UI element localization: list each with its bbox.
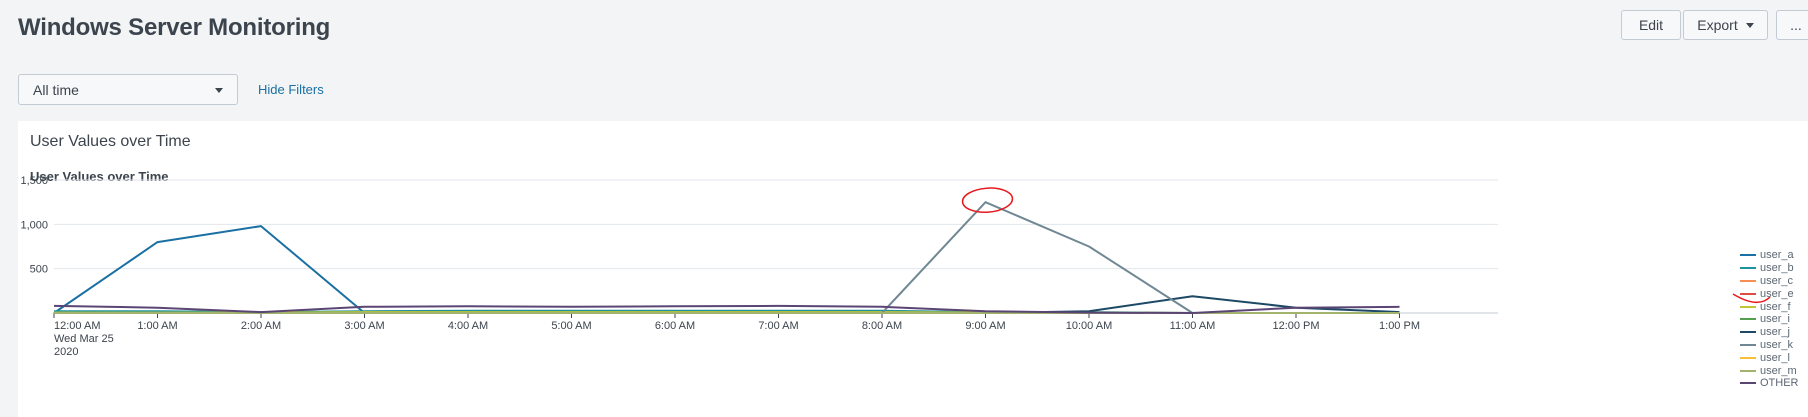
legend-label: user_l [1760,351,1790,364]
legend-item[interactable]: user_f [1740,300,1799,313]
legend-swatch [1740,279,1756,282]
legend-swatch [1740,369,1756,372]
legend-item[interactable]: OTHER [1740,377,1799,390]
legend-label: user_e [1760,287,1794,300]
legend-label: user_k [1760,338,1794,351]
edit-button-label: Edit [1638,17,1664,33]
legend-swatch [1740,254,1756,257]
y-tick-label: 500 [30,264,48,276]
legend-item[interactable]: user_i [1740,313,1799,326]
x-tick-label: 6:00 AM [655,320,695,332]
chart-legend: user_a user_b user_c user_e user_f user_i user… [1740,249,1799,390]
legend-item[interactable]: user_a [1740,249,1799,262]
time-range-value: All time [33,81,79,98]
legend-label: user_c [1760,274,1794,287]
chevron-down-icon [215,88,223,93]
x-tick-label: 1:00 AM [137,320,177,332]
x-tick-label: 1:00 PM [1379,320,1420,332]
legend-swatch [1740,305,1756,308]
legend-swatch [1740,318,1756,321]
legend-label: user_a [1760,249,1794,262]
page-title: Windows Server Monitoring [18,14,331,41]
legend-swatch [1740,382,1756,385]
legend-item[interactable]: user_e [1740,287,1799,300]
x-tick-label: 4:00 AM [448,320,488,332]
legend-swatch [1740,292,1756,295]
more-actions-label: ... [1790,17,1802,33]
legend-swatch [1740,343,1756,346]
x-tick-label: 5:00 AM [551,320,591,332]
legend-label: user_m [1760,364,1797,377]
x-tick-label: 7:00 AM [758,320,798,332]
x-tick-label: 10:00 AM [1066,320,1112,332]
legend-item[interactable]: user_c [1740,275,1799,288]
more-actions-button[interactable]: ... [1776,10,1808,40]
x-year-label: 2020 [54,346,78,358]
export-button-label: Export [1697,17,1738,33]
x-tick-label: 11:00 AM [1170,320,1216,332]
export-button[interactable]: Export [1683,10,1768,40]
legend-label: OTHER [1760,377,1799,390]
legend-label: user_j [1760,326,1790,339]
x-date-label: Wed Mar 25 [54,333,114,345]
x-tick-label: 9:00 AM [965,320,1005,332]
legend-item[interactable]: user_l [1740,351,1799,364]
x-tick-label: 12:00 PM [1272,320,1319,332]
legend-item[interactable]: user_j [1740,326,1799,339]
series-line-user_a[interactable] [53,225,1400,314]
legend-label: user_f [1760,300,1791,313]
legend-label: user_b [1760,262,1794,275]
x-tick-label: 8:00 AM [862,320,902,332]
legend-swatch [1740,331,1756,334]
edit-button[interactable]: Edit [1621,10,1681,40]
time-range-picker[interactable]: All time [18,74,238,105]
legend-item[interactable]: user_b [1740,262,1799,275]
x-tick-label: 12:00 AM [54,320,100,332]
hide-filters-link[interactable]: Hide Filters [258,82,324,97]
chevron-down-icon [1745,22,1754,28]
legend-item[interactable]: user_m [1740,364,1799,377]
x-tick-label: 2:00 AM [241,320,281,332]
line-chart: 1,500 1,000 500 12:00 AM 1:00 AM 2:00 AM 3:00 … [20,175,1771,358]
y-tick-label: 1,000 [20,219,48,231]
chart-panel: User Values over Time User Values over T… [18,121,1808,417]
x-tick-label: 3:00 AM [344,320,384,332]
legend-swatch [1740,356,1756,359]
legend-swatch [1740,267,1756,270]
y-tick-label: 1,500 [20,175,48,187]
legend-item[interactable]: user_k [1740,339,1799,352]
legend-label: user_i [1760,313,1790,326]
